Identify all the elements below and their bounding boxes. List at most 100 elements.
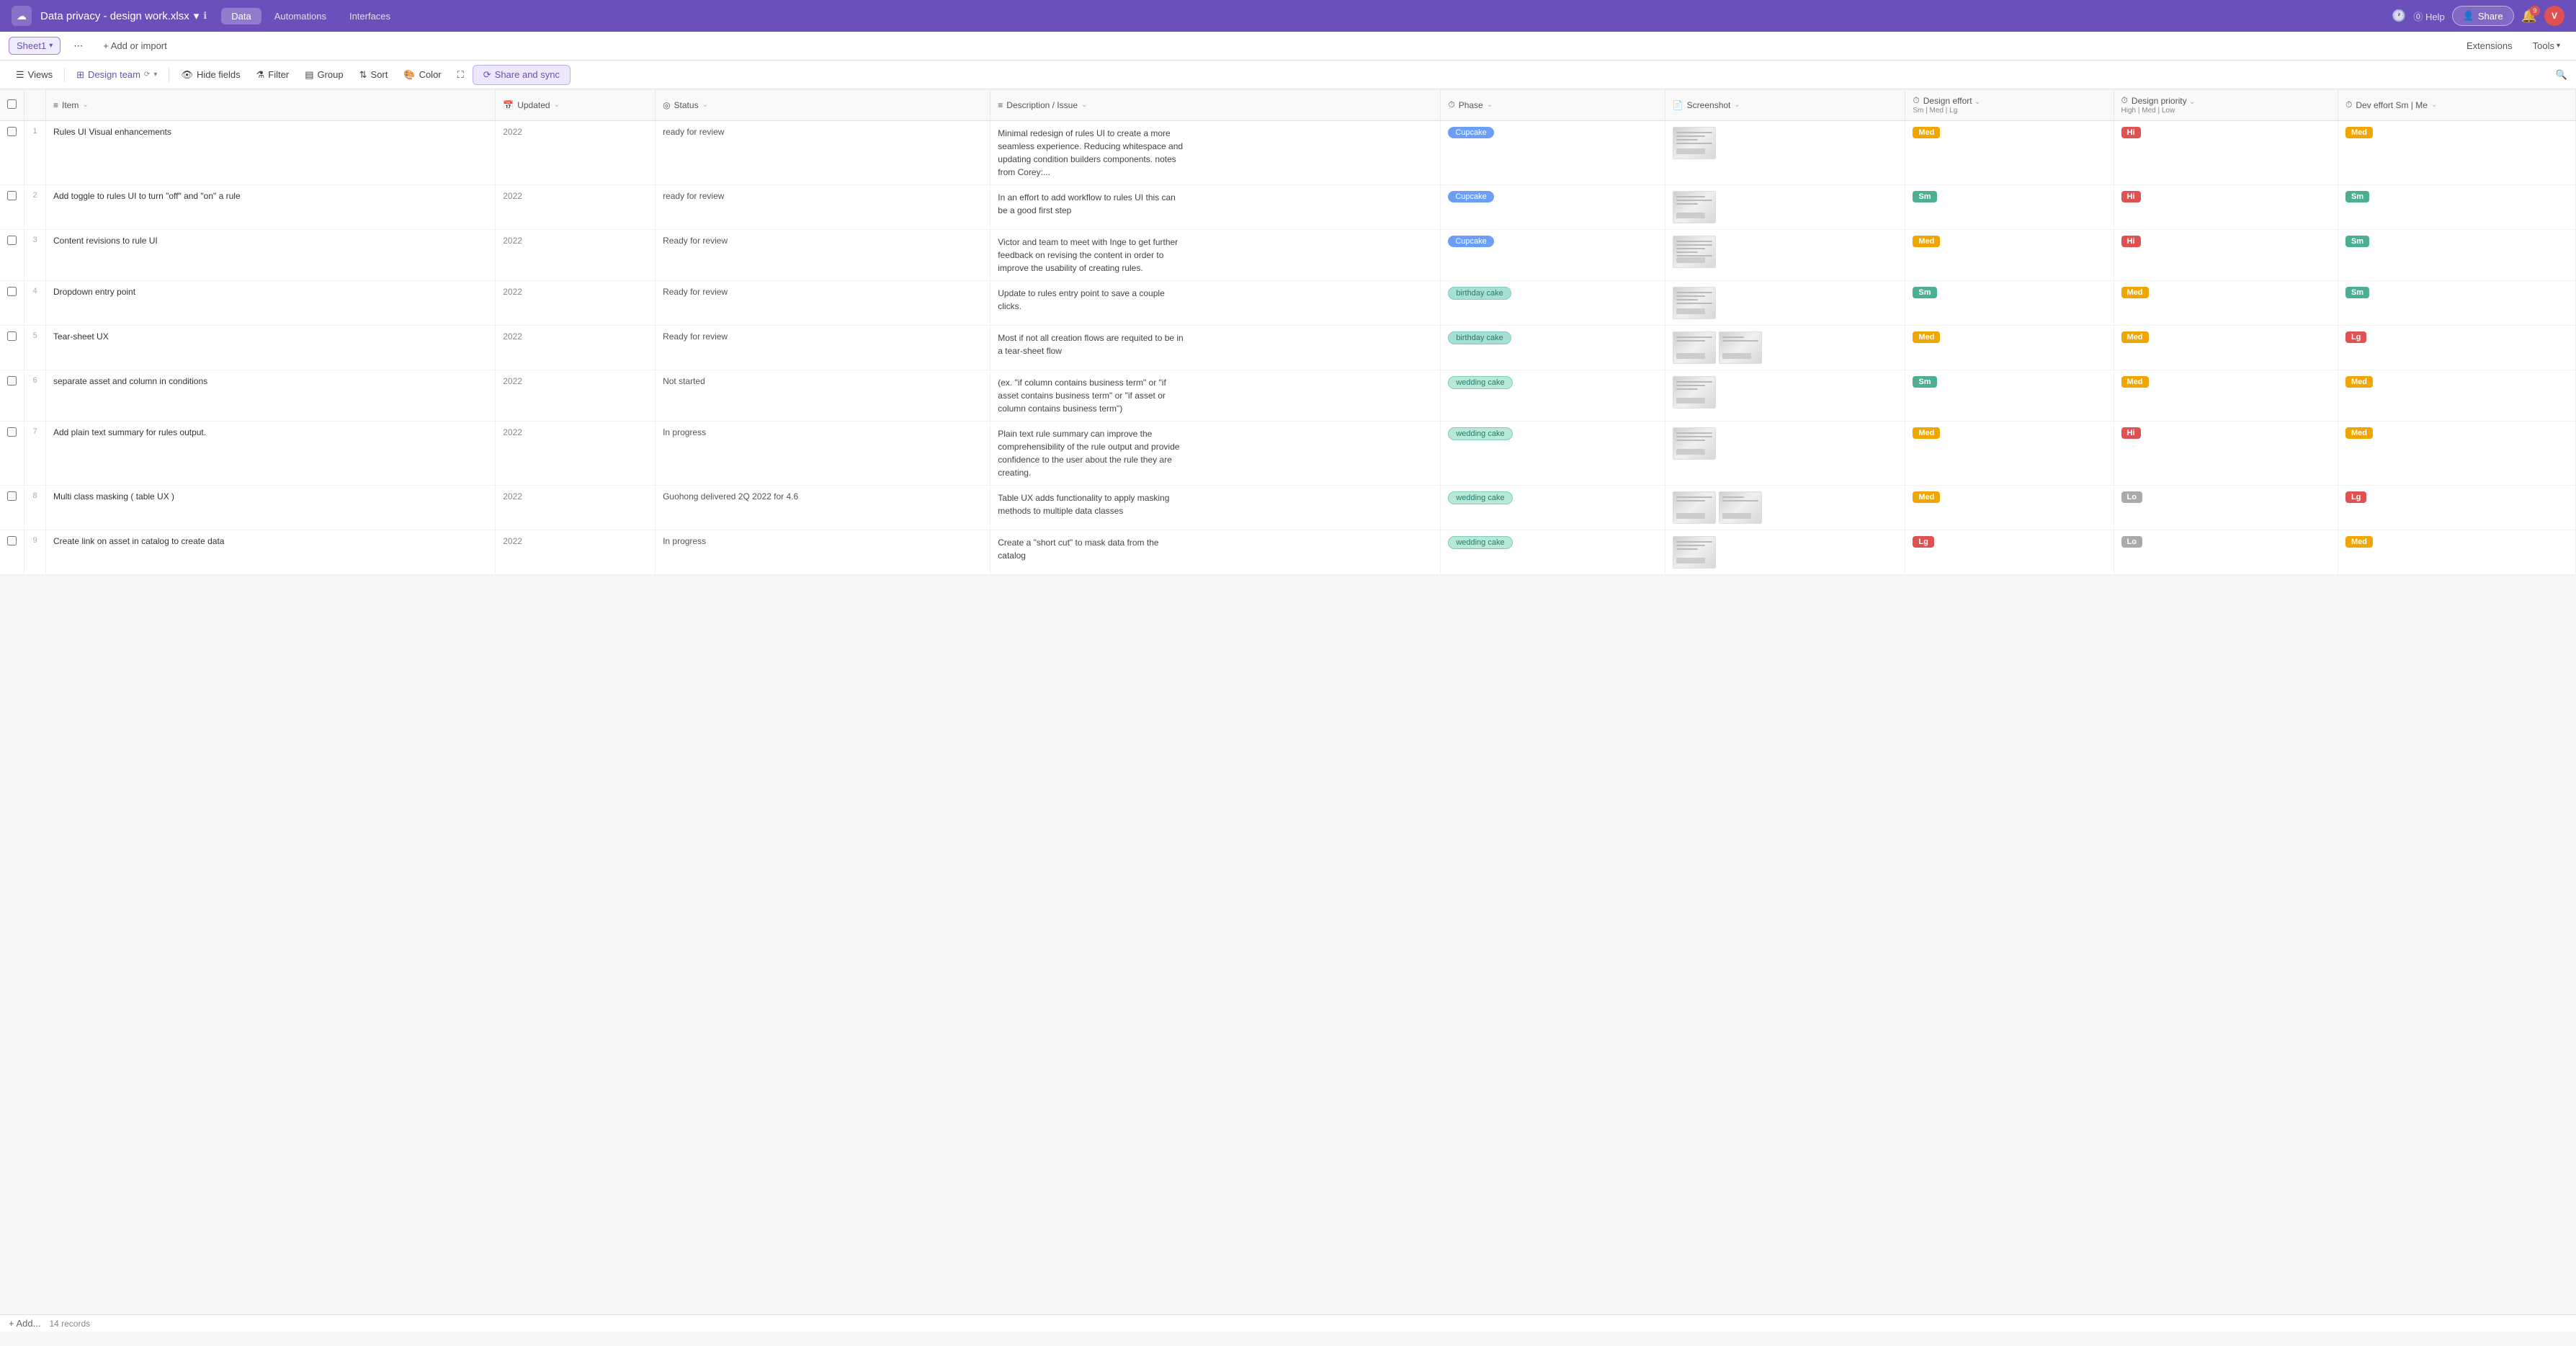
row-screenshot[interactable] [1665,185,1905,230]
row-design-effort[interactable]: Sm [1905,185,2114,230]
nav-tab-automations[interactable]: Automations [264,8,336,24]
row-phase[interactable]: birthday cake [1441,326,1665,370]
th-description[interactable]: ≡ Description / Issue ⌄ [990,89,1441,121]
screenshot-thumb[interactable] [1673,191,1716,223]
row-item[interactable]: Add toggle to rules UI to turn "off" and… [46,185,496,230]
row-screenshot[interactable] [1665,121,1905,185]
th-updated[interactable]: 📅 Updated ⌄ [496,89,656,121]
row-phase[interactable]: birthday cake [1441,281,1665,326]
row-phase[interactable]: wedding cake [1441,370,1665,422]
row-phase[interactable]: wedding cake [1441,530,1665,575]
row-phase[interactable]: wedding cake [1441,422,1665,486]
chevron-down-icon[interactable]: ▾ [194,9,200,22]
th-screenshot[interactable]: 📄 Screenshot ⌄ [1665,89,1905,121]
history-icon[interactable]: 🕐 [2392,9,2406,23]
screenshot-thumb[interactable] [1673,491,1716,524]
row-checkbox-cell[interactable] [0,326,24,370]
phase-sort-icon[interactable]: ⌄ [1487,101,1493,109]
share-button[interactable]: 👤 Share [2452,6,2514,26]
row-item[interactable]: Add plain text summary for rules output. [46,422,496,486]
add-row-button[interactable]: + Add... [9,1318,40,1329]
th-status[interactable]: ◎ Status ⌄ [656,89,990,121]
row-dev-effort[interactable]: Lg [2338,326,2575,370]
row-dev-effort[interactable]: Lg [2338,486,2575,530]
th-checkbox[interactable] [0,89,24,121]
screenshot-thumb[interactable] [1673,376,1716,409]
tools-button[interactable]: Tools ▾ [2526,37,2567,54]
row-checkbox-cell[interactable] [0,422,24,486]
row-screenshot[interactable] [1665,486,1905,530]
row-dev-effort[interactable]: Sm [2338,185,2575,230]
help-label[interactable]: ⓪ Help [2413,9,2444,23]
row-design-priority[interactable]: Hi [2114,121,2338,185]
row-checkbox[interactable] [7,331,17,341]
views-button[interactable]: ☰ Views [9,66,60,84]
app-logo[interactable]: ☁ [12,6,32,26]
row-checkbox-cell[interactable] [0,185,24,230]
filter-button[interactable]: ⚗ Filter [249,66,297,84]
row-screenshot[interactable] [1665,326,1905,370]
row-design-priority[interactable]: Hi [2114,185,2338,230]
row-design-priority[interactable]: Hi [2114,230,2338,281]
row-item[interactable]: Create link on asset in catalog to creat… [46,530,496,575]
row-design-priority[interactable]: Lo [2114,486,2338,530]
row-dev-effort[interactable]: Med [2338,530,2575,575]
screenshot-thumb[interactable] [1719,331,1762,364]
row-screenshot[interactable] [1665,370,1905,422]
row-design-priority[interactable]: Lo [2114,530,2338,575]
row-dev-effort[interactable]: Med [2338,422,2575,486]
color-button[interactable]: 🎨 Color [396,66,448,84]
nav-tab-data[interactable]: Data [221,8,261,24]
row-dev-effort[interactable]: Med [2338,121,2575,185]
row-checkbox-cell[interactable] [0,530,24,575]
row-design-priority[interactable]: Med [2114,326,2338,370]
row-item[interactable]: Content revisions to rule UI [46,230,496,281]
row-design-effort[interactable]: Med [1905,422,2114,486]
row-checkbox[interactable] [7,427,17,437]
row-phase[interactable]: Cupcake [1441,185,1665,230]
screenshot-thumb[interactable] [1673,331,1716,364]
info-icon[interactable]: ℹ [203,10,207,22]
row-design-priority[interactable]: Med [2114,281,2338,326]
screenshot-thumb[interactable] [1673,287,1716,319]
screenshot-thumb[interactable] [1673,427,1716,460]
row-screenshot[interactable] [1665,422,1905,486]
expand-button[interactable]: ⛶ [450,66,471,84]
row-checkbox-cell[interactable] [0,370,24,422]
th-design-effort[interactable]: ⏱ Design effort ⌄ Sm | Med | Lg [1905,89,2114,121]
nav-tab-interfaces[interactable]: Interfaces [339,8,401,24]
notification-bell[interactable]: 🔔 9 [2521,9,2537,24]
row-design-effort[interactable]: Med [1905,486,2114,530]
row-design-effort[interactable]: Lg [1905,530,2114,575]
row-phase[interactable]: Cupcake [1441,121,1665,185]
row-item[interactable]: Tear-sheet UX [46,326,496,370]
row-checkbox[interactable] [7,491,17,501]
row-design-effort[interactable]: Med [1905,230,2114,281]
row-design-effort[interactable]: Med [1905,326,2114,370]
row-item[interactable]: Rules UI Visual enhancements [46,121,496,185]
row-item[interactable]: Multi class masking ( table UX ) [46,486,496,530]
row-dev-effort[interactable]: Med [2338,370,2575,422]
row-design-priority[interactable]: Hi [2114,422,2338,486]
row-checkbox[interactable] [7,236,17,245]
design-team-button[interactable]: ⊞ Design team ⟳ ▾ [69,66,164,84]
search-icon[interactable]: 🔍 [2556,69,2567,80]
row-checkbox-cell[interactable] [0,281,24,326]
th-design-priority[interactable]: ⏱ Design priority ⌄ High | Med | Low [2114,89,2338,121]
row-item[interactable]: Dropdown entry point [46,281,496,326]
th-dev-effort[interactable]: ⏱ Dev effort Sm | Me ⌄ [2338,89,2575,121]
row-design-effort[interactable]: Sm [1905,281,2114,326]
extensions-button[interactable]: Extensions [2459,37,2520,54]
row-design-priority[interactable]: Med [2114,370,2338,422]
item-sort-icon[interactable]: ⌄ [82,101,88,109]
row-screenshot[interactable] [1665,530,1905,575]
row-screenshot[interactable] [1665,230,1905,281]
hide-fields-button[interactable]: 👁 Hide fields [174,66,247,84]
row-phase[interactable]: Cupcake [1441,230,1665,281]
sheet-tab-sheet1[interactable]: Sheet1 ▾ [9,37,61,55]
screenshot-thumb[interactable] [1673,236,1716,268]
screenshot-thumb[interactable] [1719,491,1762,524]
row-checkbox-cell[interactable] [0,121,24,185]
row-checkbox-cell[interactable] [0,230,24,281]
row-item[interactable]: separate asset and column in conditions [46,370,496,422]
